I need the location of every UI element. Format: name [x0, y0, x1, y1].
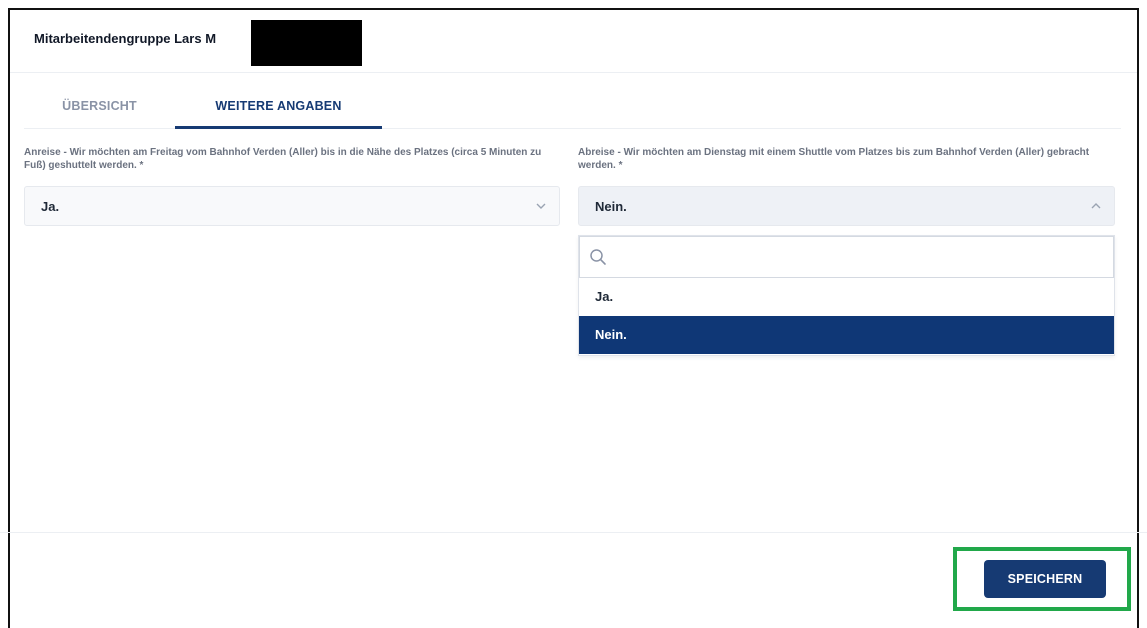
- tab-additional-info[interactable]: WEITERE ANGABEN: [175, 84, 382, 129]
- footer-divider: [0, 532, 1147, 533]
- redaction-box: [251, 20, 362, 66]
- dropdown-search: [579, 236, 1114, 278]
- tab-bar: ÜBERSICHT WEITERE ANGABEN: [24, 84, 1121, 129]
- arrival-select[interactable]: Ja.: [24, 186, 560, 226]
- departure-select[interactable]: Nein.: [578, 186, 1115, 226]
- search-icon: [590, 249, 606, 265]
- save-button[interactable]: SPEICHERN: [984, 560, 1106, 598]
- dropdown-search-input[interactable]: [616, 245, 1100, 271]
- modal-header: Mitarbeitendengruppe Lars M: [10, 10, 1137, 73]
- chevron-down-icon: [536, 203, 546, 209]
- dropdown-option-nein[interactable]: Nein.: [579, 316, 1114, 354]
- chevron-up-icon: [1091, 203, 1101, 209]
- arrival-selected-value: Ja.: [41, 199, 60, 214]
- tab-overview[interactable]: ÜBERSICHT: [24, 84, 175, 128]
- departure-selected-value: Nein.: [595, 199, 627, 214]
- departure-dropdown: Ja. Nein.: [578, 235, 1115, 356]
- arrival-field-label: Anreise - Wir möchten am Freitag vom Bah…: [24, 147, 542, 171]
- dropdown-option-ja[interactable]: Ja.: [579, 278, 1114, 316]
- departure-field-label: Abreise - Wir möchten am Dienstag mit ei…: [578, 147, 1090, 171]
- page-title: Mitarbeitendengruppe Lars M: [34, 31, 217, 46]
